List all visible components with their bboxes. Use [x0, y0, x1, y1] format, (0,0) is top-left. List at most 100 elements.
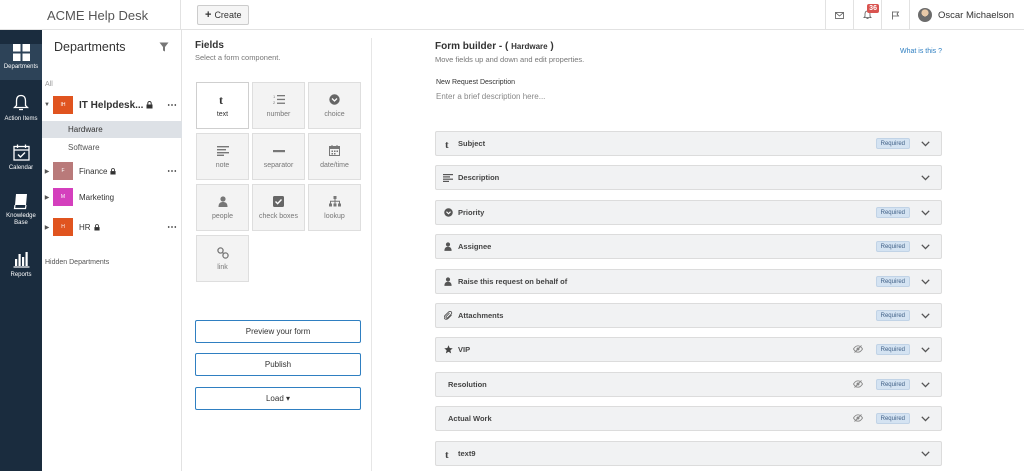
form-field-row[interactable]: Attachments Required	[435, 303, 942, 328]
note-icon	[443, 173, 453, 182]
department-it-helpdesk[interactable]: ▼ IH IT Helpdesk... ⋯	[42, 94, 182, 116]
component-choice[interactable]: choice	[308, 82, 361, 129]
form-field-row[interactable]: VIP Required	[435, 337, 942, 362]
avatar	[917, 8, 932, 22]
more-options-icon[interactable]: ⋯	[167, 100, 178, 111]
panel-divider	[371, 38, 372, 471]
form-field-row[interactable]: Description	[435, 165, 942, 190]
chevron-down-icon[interactable]	[921, 451, 930, 457]
hidden-departments-link[interactable]: Hidden Departments	[45, 259, 109, 266]
sub-department-hardware[interactable]: Hardware	[42, 121, 182, 138]
department-name: Finance	[79, 167, 117, 176]
component-link[interactable]: link	[196, 235, 249, 282]
nav-action-items[interactable]: Action Items	[0, 94, 42, 122]
caret-right-icon[interactable]: ▶	[42, 194, 52, 201]
component-check-boxes[interactable]: check boxes	[252, 184, 305, 231]
department-marketing[interactable]: ▶ M Marketing	[42, 186, 182, 208]
grid-icon	[12, 44, 30, 61]
filter-icon[interactable]	[159, 42, 169, 52]
sub-department-software[interactable]: Software	[42, 139, 182, 156]
paperclip-icon	[443, 311, 452, 320]
component-note[interactable]: note	[196, 133, 249, 180]
eye-slash-icon[interactable]	[853, 380, 863, 388]
nav-departments[interactable]: Departments	[0, 44, 42, 80]
chevron-down-icon[interactable]	[921, 347, 930, 353]
required-badge: Required	[875, 379, 910, 390]
chevron-down-icon[interactable]	[921, 279, 930, 285]
user-menu[interactable]: Oscar Michaelson	[908, 0, 1024, 30]
form-field-row[interactable]: t Subject Required	[435, 131, 942, 156]
eye-slash-icon[interactable]	[853, 414, 863, 422]
form-field-row[interactable]: Assignee Required	[435, 234, 942, 259]
required-badge: Required	[875, 207, 910, 218]
component-text[interactable]: t text	[196, 82, 249, 129]
create-label: Create	[214, 10, 242, 20]
nav-knowledge-base[interactable]: Knowledge Base	[0, 193, 42, 227]
svg-text:t: t	[219, 94, 223, 105]
preview-form-button[interactable]: Preview your form	[195, 320, 361, 343]
form-builder-department: Hardware	[511, 42, 548, 51]
text-icon: t	[445, 139, 449, 149]
chevron-down-icon[interactable]	[921, 416, 930, 422]
tile-label: check boxes	[259, 212, 298, 220]
more-options-icon[interactable]: ⋯	[167, 166, 178, 177]
star-icon	[443, 345, 453, 354]
create-button[interactable]: + Create	[197, 5, 250, 25]
form-field-label: text9	[458, 449, 476, 458]
caret-right-icon[interactable]: ▶	[42, 224, 52, 231]
lock-icon	[93, 223, 100, 230]
chevron-down-icon[interactable]	[921, 210, 930, 216]
chevron-down-icon[interactable]	[921, 141, 930, 147]
all-label[interactable]: All	[45, 81, 53, 88]
tile-label: separator	[263, 161, 294, 169]
request-description-input[interactable]: Enter a brief description here...	[436, 92, 941, 106]
component-separator[interactable]: separator	[252, 133, 305, 180]
mail-icon[interactable]	[824, 0, 853, 30]
tile-label: choice	[324, 110, 345, 118]
department-hr[interactable]: ▶ H HR ⋯	[42, 216, 182, 238]
lock-icon	[146, 101, 153, 109]
form-field-row[interactable]: Resolution Required	[435, 372, 942, 397]
number-list-icon: 12	[273, 94, 285, 105]
load-button[interactable]: Load ▾	[195, 387, 361, 410]
note-icon	[216, 145, 229, 156]
component-people[interactable]: people	[196, 184, 249, 231]
more-options-icon[interactable]: ⋯	[167, 222, 178, 233]
lock-icon	[110, 167, 117, 174]
nav-calendar[interactable]: Calendar	[0, 144, 42, 171]
fields-header: Fields Select a form component.	[195, 40, 280, 62]
publish-button[interactable]: Publish	[195, 353, 361, 376]
bar-chart-icon	[13, 252, 29, 268]
component-number[interactable]: 12 number	[252, 82, 305, 129]
text-icon: t	[219, 94, 223, 105]
caret-right-icon[interactable]: ▶	[42, 168, 52, 175]
form-field-row[interactable]: Raise this request on behalf of Required	[435, 269, 942, 294]
chevron-down-icon[interactable]	[921, 382, 930, 388]
person-icon	[444, 242, 452, 251]
caret-down-icon[interactable]: ▼	[42, 102, 52, 108]
flag-icon[interactable]	[880, 0, 909, 30]
chevron-down-icon[interactable]	[921, 244, 930, 250]
component-lookup[interactable]: lookup	[308, 184, 361, 231]
eye-slash-icon[interactable]	[853, 345, 863, 353]
component-date-time[interactable]: date/time	[308, 133, 361, 180]
form-field-label: Raise this request on behalf of	[458, 277, 568, 286]
form-field-row[interactable]: Actual Work Required	[435, 406, 942, 431]
chevron-down-icon[interactable]	[921, 175, 930, 181]
form-field-row[interactable]: t text9	[435, 441, 942, 466]
link-icon	[216, 246, 229, 259]
what-is-this-link[interactable]: What is this ?	[900, 48, 942, 55]
notification-count-badge: 36	[867, 4, 879, 13]
form-field-row[interactable]: Priority Required	[435, 200, 942, 225]
notifications-button[interactable]: 36	[852, 0, 881, 30]
chevron-down-icon[interactable]	[921, 313, 930, 319]
tile-label: date/time	[320, 161, 349, 169]
checkbox-icon	[273, 196, 284, 207]
nav-reports[interactable]: Reports	[0, 251, 42, 278]
department-finance[interactable]: ▶ F Finance ⋯	[42, 160, 182, 182]
choice-icon	[329, 94, 340, 105]
fields-title: Fields	[195, 40, 224, 51]
text-icon: t	[445, 449, 449, 459]
app-brand[interactable]: ACME Help Desk	[0, 0, 181, 30]
choice-icon	[443, 208, 453, 217]
